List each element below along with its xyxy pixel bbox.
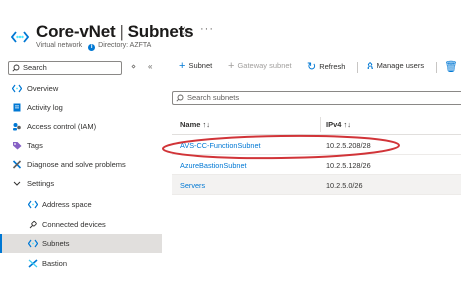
subnet-name-link[interactable]: Servers: [180, 181, 205, 190]
subnet-ipv4: 10.2.5.208/28: [326, 141, 371, 150]
subnet-name-link[interactable]: AVS-CC-FunctionSubnet: [180, 141, 261, 150]
table-row[interactable]: Servers 10.2.5.0/26: [172, 175, 461, 195]
sidebar-item-iam[interactable]: Access control (IAM): [0, 117, 162, 136]
sidebar-settings-icon[interactable]: ⋄: [131, 62, 136, 71]
plug-icon: [29, 220, 37, 229]
refresh-icon: ↻: [307, 61, 317, 73]
sidebar-item-diagnose[interactable]: Diagnose and solve problems: [0, 155, 162, 174]
sidebar-search-placeholder: Search: [23, 63, 47, 72]
wrench-icon: [12, 160, 22, 169]
sidebar-item-label: Access control (IAM): [27, 122, 97, 131]
sidebar-item-label: Tags: [27, 141, 43, 150]
collapse-sidebar-icon[interactable]: «: [148, 62, 152, 71]
sidebar-item-address-space[interactable]: Address space: [0, 195, 162, 214]
vnet-icon: [12, 84, 22, 93]
subnet-ipv4: 10.2.5.0/26: [326, 181, 363, 190]
tag-icon: [13, 142, 22, 150]
delete-button[interactable]: 🗑: [444, 60, 461, 73]
users-icon: ጰ: [367, 60, 374, 72]
column-header-ipv4[interactable]: IPv4 ↑↓: [326, 120, 351, 129]
iam-icon: [13, 123, 21, 131]
more-icon[interactable]: ···: [200, 23, 214, 35]
sidebar-item-label: Activity log: [27, 103, 63, 112]
star-icon[interactable]: ☆: [179, 24, 190, 38]
sidebar-item-label: Connected devices: [42, 220, 106, 229]
directory-label: Directory: AZFTA: [98, 42, 152, 49]
bastion-icon: [28, 259, 38, 268]
subnet-search-placeholder: Search subnets: [187, 93, 240, 102]
sidebar: Search ⋄ « Overview Activity log Access …: [0, 58, 162, 281]
vnet-icon: [28, 200, 38, 209]
manage-users-button[interactable]: ጰ Manage users: [367, 60, 424, 73]
trash-icon: 🗑: [444, 61, 458, 73]
resource-name: Core-vNet: [36, 22, 116, 41]
chevron-down-icon: [13, 181, 21, 186]
subnets-table: Name ↑↓ IPv4 ↑↓ AVS-CC-FunctionSubnet 10…: [172, 114, 461, 195]
sidebar-item-connected-devices[interactable]: Connected devices: [0, 215, 162, 234]
refresh-button[interactable]: ↻ Refresh: [307, 60, 345, 73]
plus-icon: +: [179, 60, 186, 72]
vnet-icon: [11, 31, 29, 43]
column-header-name[interactable]: Name ↑↓: [180, 120, 210, 129]
resource-subtitle: Virtual network i Directory: AZFTA: [36, 42, 151, 51]
sidebar-group-settings[interactable]: Settings: [0, 174, 162, 193]
search-icon: [12, 64, 20, 72]
sidebar-item-label: Address space: [42, 200, 92, 209]
sidebar-item-activity-log[interactable]: Activity log: [0, 98, 162, 117]
table-row[interactable]: AVS-CC-FunctionSubnet 10.2.5.208/28: [172, 135, 461, 155]
column-divider: [320, 117, 321, 132]
subnet-ipv4: 10.2.5.128/26: [326, 161, 371, 170]
sidebar-search-input[interactable]: Search: [8, 61, 122, 75]
sidebar-item-tags[interactable]: Tags: [0, 136, 162, 155]
plus-icon: +: [228, 60, 235, 72]
subnet-search-input[interactable]: Search subnets: [172, 91, 461, 105]
sidebar-item-bastion[interactable]: Bastion: [0, 254, 162, 273]
activity-log-icon: [13, 103, 21, 112]
table-header: Name ↑↓ IPv4 ↑↓: [172, 114, 461, 135]
sidebar-item-label: Diagnose and solve problems: [27, 160, 126, 169]
page-title: Core-vNet | Subnets: [36, 22, 194, 41]
sidebar-item-label: Subnets: [42, 239, 70, 248]
sidebar-item-label: Overview: [27, 84, 59, 93]
add-subnet-button[interactable]: + Subnet: [179, 60, 212, 72]
toolbar-divider: [357, 62, 358, 73]
search-icon: [176, 94, 184, 102]
vnet-icon: [28, 239, 38, 248]
page-header: Core-vNet | Subnets ☆ ··· Virtual network i…: [0, 0, 461, 56]
sidebar-item-label: Settings: [27, 179, 55, 188]
sidebar-item-subnets[interactable]: Subnets: [0, 234, 162, 253]
sidebar-item-label: Bastion: [42, 259, 68, 268]
table-row[interactable]: AzureBastionSubnet 10.2.5.128/26: [172, 155, 461, 175]
sidebar-item-overview[interactable]: Overview: [0, 79, 162, 98]
info-icon: i: [88, 44, 96, 51]
resource-type: Virtual network: [36, 42, 83, 49]
add-gateway-subnet-button[interactable]: + Gateway subnet: [228, 60, 292, 72]
toolbar-divider: [436, 62, 437, 73]
subnet-name-link[interactable]: AzureBastionSubnet: [180, 161, 247, 170]
